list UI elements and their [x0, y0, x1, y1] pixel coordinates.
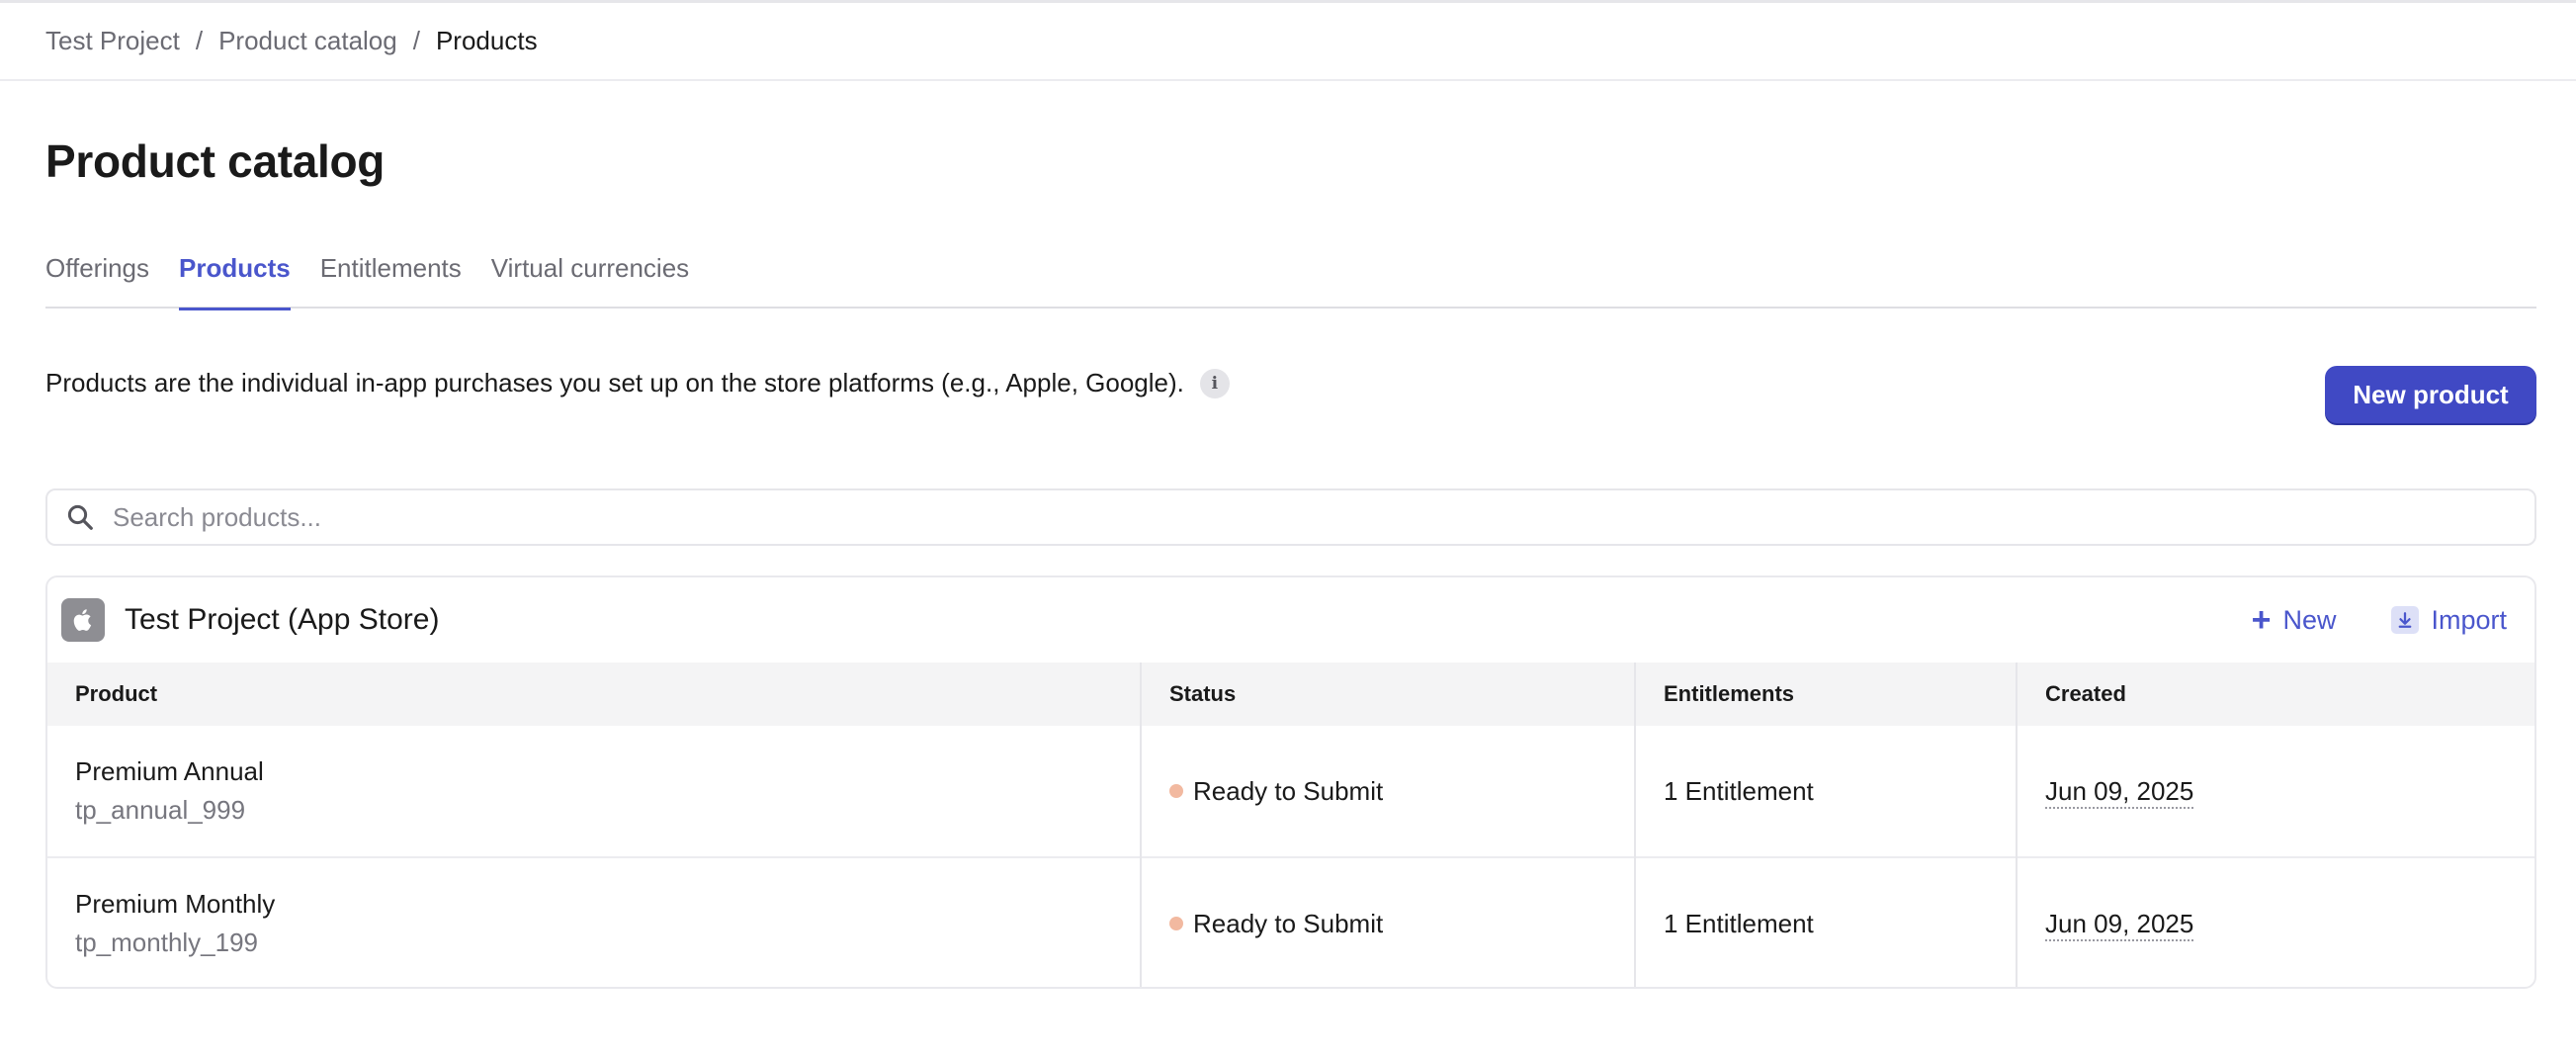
table-row[interactable]: Premium Annual tp_annual_999 Ready to Su…	[47, 726, 2534, 857]
entitlements-cell: 1 Entitlement	[1635, 856, 2018, 987]
status-dot-icon	[1169, 917, 1183, 930]
product-cell: Premium Annual tp_annual_999	[47, 726, 1142, 857]
tab-bar: Offerings Products Entitlements Virtual …	[45, 247, 2536, 310]
breadcrumb-current: Products	[435, 26, 538, 55]
created-date: Jun 09, 2025	[2045, 775, 2194, 809]
description-text: Products are the individual in-app purch…	[45, 368, 1184, 398]
status-text: Ready to Submit	[1193, 775, 1384, 806]
column-header-status: Status	[1141, 662, 1636, 726]
new-product-button[interactable]: New product	[2325, 366, 2536, 423]
product-cell: Premium Monthly tp_monthly_199	[47, 856, 1142, 987]
status-badge: Ready to Submit	[1169, 776, 1633, 807]
product-name[interactable]: Premium Monthly	[75, 889, 1139, 920]
store-header: Test Project (App Store) + New Import	[47, 577, 2534, 662]
store-card: Test Project (App Store) + New Import Pr…	[45, 575, 2536, 989]
created-cell: Jun 09, 2025	[2017, 726, 2534, 857]
product-identifier: tp_annual_999	[75, 795, 246, 825]
product-name[interactable]: Premium Annual	[75, 756, 1139, 787]
column-header-created: Created	[2017, 662, 2534, 726]
apple-icon	[61, 598, 105, 642]
status-cell: Ready to Submit	[1141, 856, 1636, 987]
search-icon	[67, 504, 93, 530]
column-header-entitlements: Entitlements	[1635, 662, 2018, 726]
search-bar	[45, 488, 2536, 546]
created-cell: Jun 09, 2025	[2017, 856, 2534, 987]
status-dot-icon	[1169, 784, 1183, 798]
tab-offerings[interactable]: Offerings	[45, 247, 149, 309]
import-link-label: Import	[2431, 604, 2507, 635]
status-text: Ready to Submit	[1193, 908, 1384, 938]
breadcrumb: Test Project / Product catalog / Product…	[0, 0, 2576, 81]
page-title: Product catalog	[45, 135, 386, 187]
status-cell: Ready to Submit	[1141, 726, 1636, 857]
breadcrumb-item-test-project[interactable]: Test Project	[45, 26, 180, 56]
products-table: Product Status Entitlements Created Prem…	[47, 662, 2534, 987]
breadcrumb-separator: /	[195, 26, 204, 55]
table-header-row: Product Status Entitlements Created	[47, 662, 2534, 726]
column-header-product: Product	[47, 662, 1142, 726]
entitlements-cell: 1 Entitlement	[1635, 726, 2018, 857]
page-description: Products are the individual in-app purch…	[45, 368, 1230, 398]
download-icon	[2391, 606, 2420, 634]
store-actions: + New Import	[2252, 577, 2507, 662]
breadcrumb-item-product-catalog[interactable]: Product catalog	[218, 26, 397, 56]
new-product-link[interactable]: + New	[2252, 603, 2337, 637]
tab-entitlements[interactable]: Entitlements	[320, 247, 462, 309]
store-name: Test Project (App Store)	[125, 603, 440, 636]
created-date: Jun 09, 2025	[2045, 908, 2194, 941]
breadcrumb-separator: /	[412, 26, 420, 55]
search-input[interactable]	[111, 500, 2534, 534]
tab-products[interactable]: Products	[179, 247, 291, 310]
plus-icon: +	[2251, 601, 2272, 639]
status-badge: Ready to Submit	[1169, 909, 1633, 939]
import-link[interactable]: Import	[2391, 605, 2507, 636]
new-link-label: New	[2282, 604, 2337, 635]
tab-virtual-currencies[interactable]: Virtual currencies	[491, 247, 689, 309]
info-icon[interactable]: i	[1199, 368, 1230, 398]
product-identifier: tp_monthly_199	[75, 928, 259, 957]
table-row[interactable]: Premium Monthly tp_monthly_199 Ready to …	[47, 856, 2534, 987]
